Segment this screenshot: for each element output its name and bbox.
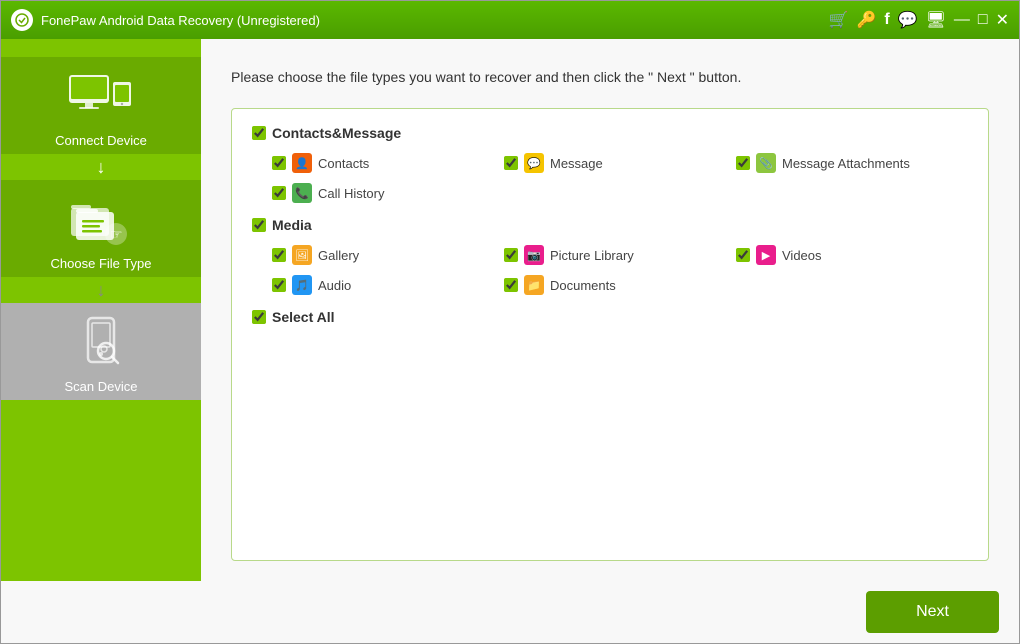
list-item: 📞 Call History bbox=[272, 183, 504, 203]
picture-library-checkbox[interactable] bbox=[504, 248, 518, 262]
svg-text:☞: ☞ bbox=[110, 226, 123, 242]
scan-device-icon bbox=[61, 313, 141, 373]
key-icon[interactable]: 🔑 bbox=[856, 10, 876, 30]
chat-icon[interactable]: 💬 bbox=[898, 10, 918, 30]
audio-icon: 🎵 bbox=[292, 275, 312, 295]
contacts-message-label: Contacts&Message bbox=[272, 125, 401, 141]
contacts-checkbox[interactable] bbox=[272, 156, 286, 170]
call-history-checkbox[interactable] bbox=[272, 186, 286, 200]
cart-icon[interactable]: 🛒 bbox=[829, 10, 849, 30]
select-all-checkbox[interactable] bbox=[252, 310, 266, 324]
videos-label: Videos bbox=[782, 248, 822, 263]
gallery-icon: 🖼 bbox=[292, 245, 312, 265]
next-button[interactable]: Next bbox=[866, 591, 999, 633]
list-item: 🖼 Gallery bbox=[272, 245, 504, 265]
select-all-label: Select All bbox=[272, 309, 335, 325]
instruction-text: Please choose the file types you want to… bbox=[231, 67, 989, 88]
message-label: Message bbox=[550, 156, 603, 171]
content-area: Please choose the file types you want to… bbox=[201, 39, 1019, 581]
select-all-row: Select All bbox=[252, 309, 968, 325]
list-item: ▶ Videos bbox=[736, 245, 968, 265]
window-controls: 🛒 🔑 f 💬 🖥 — □ ✕ bbox=[829, 10, 1009, 30]
sidebar-step-choose: ☞ Choose File Type bbox=[1, 180, 201, 277]
category-contacts-message: Contacts&Message bbox=[252, 125, 968, 141]
connect-device-label: Connect Device bbox=[55, 133, 147, 148]
arrow-2: ↓ bbox=[97, 281, 106, 299]
sidebar-step-scan: Scan Device bbox=[1, 303, 201, 400]
main-layout: Connect Device ↓ bbox=[1, 39, 1019, 581]
title-bar: FonePaw Android Data Recovery (Unregiste… bbox=[1, 1, 1019, 39]
contacts-message-checkbox[interactable] bbox=[252, 126, 266, 140]
audio-label: Audio bbox=[318, 278, 351, 293]
bottom-bar: Next bbox=[1, 581, 1019, 643]
videos-icon: ▶ bbox=[756, 245, 776, 265]
documents-label: Documents bbox=[550, 278, 616, 293]
audio-checkbox[interactable] bbox=[272, 278, 286, 292]
app-window: FonePaw Android Data Recovery (Unregiste… bbox=[0, 0, 1020, 644]
facebook-icon[interactable]: f bbox=[884, 11, 889, 29]
maximize-button[interactable]: □ bbox=[978, 11, 988, 29]
message-att-checkbox[interactable] bbox=[736, 156, 750, 170]
minimize-button[interactable]: — bbox=[954, 11, 970, 29]
app-title: FonePaw Android Data Recovery (Unregiste… bbox=[41, 13, 829, 28]
app-logo bbox=[11, 9, 33, 31]
file-type-box: Contacts&Message 👤 Contacts 💬 Message bbox=[231, 108, 989, 561]
documents-checkbox[interactable] bbox=[504, 278, 518, 292]
contacts-message-grid: 👤 Contacts 💬 Message 📎 Message Attachmen… bbox=[252, 153, 968, 203]
choose-file-label: Choose File Type bbox=[51, 256, 152, 271]
videos-checkbox[interactable] bbox=[736, 248, 750, 262]
list-item: 👤 Contacts bbox=[272, 153, 504, 173]
sidebar-step-connect: Connect Device bbox=[1, 57, 201, 154]
sidebar: Connect Device ↓ bbox=[1, 39, 201, 581]
message-checkbox[interactable] bbox=[504, 156, 518, 170]
call-icon: 📞 bbox=[292, 183, 312, 203]
contacts-label: Contacts bbox=[318, 156, 369, 171]
connect-device-icon bbox=[61, 67, 141, 127]
list-item: 📎 Message Attachments bbox=[736, 153, 968, 173]
picture-library-icon: 📷 bbox=[524, 245, 544, 265]
call-history-label: Call History bbox=[318, 186, 384, 201]
arrow-1: ↓ bbox=[97, 158, 106, 176]
media-label: Media bbox=[272, 217, 312, 233]
monitor-icon[interactable]: 🖥 bbox=[926, 10, 946, 30]
gallery-label: Gallery bbox=[318, 248, 359, 263]
list-item: 💬 Message bbox=[504, 153, 736, 173]
list-item: 📁 Documents bbox=[504, 275, 736, 295]
picture-library-label: Picture Library bbox=[550, 248, 634, 263]
message-icon: 💬 bbox=[524, 153, 544, 173]
choose-file-icon: ☞ bbox=[61, 190, 141, 250]
media-checkbox[interactable] bbox=[252, 218, 266, 232]
gallery-checkbox[interactable] bbox=[272, 248, 286, 262]
list-item: 📷 Picture Library bbox=[504, 245, 736, 265]
category-media: Media bbox=[252, 217, 968, 233]
media-grid: 🖼 Gallery 📷 Picture Library ▶ Videos bbox=[252, 245, 968, 295]
message-att-label: Message Attachments bbox=[782, 156, 910, 171]
message-att-icon: 📎 bbox=[756, 153, 776, 173]
close-button[interactable]: ✕ bbox=[996, 10, 1009, 30]
scan-device-label: Scan Device bbox=[65, 379, 138, 394]
documents-icon: 📁 bbox=[524, 275, 544, 295]
list-item: 🎵 Audio bbox=[272, 275, 504, 295]
contacts-icon: 👤 bbox=[292, 153, 312, 173]
